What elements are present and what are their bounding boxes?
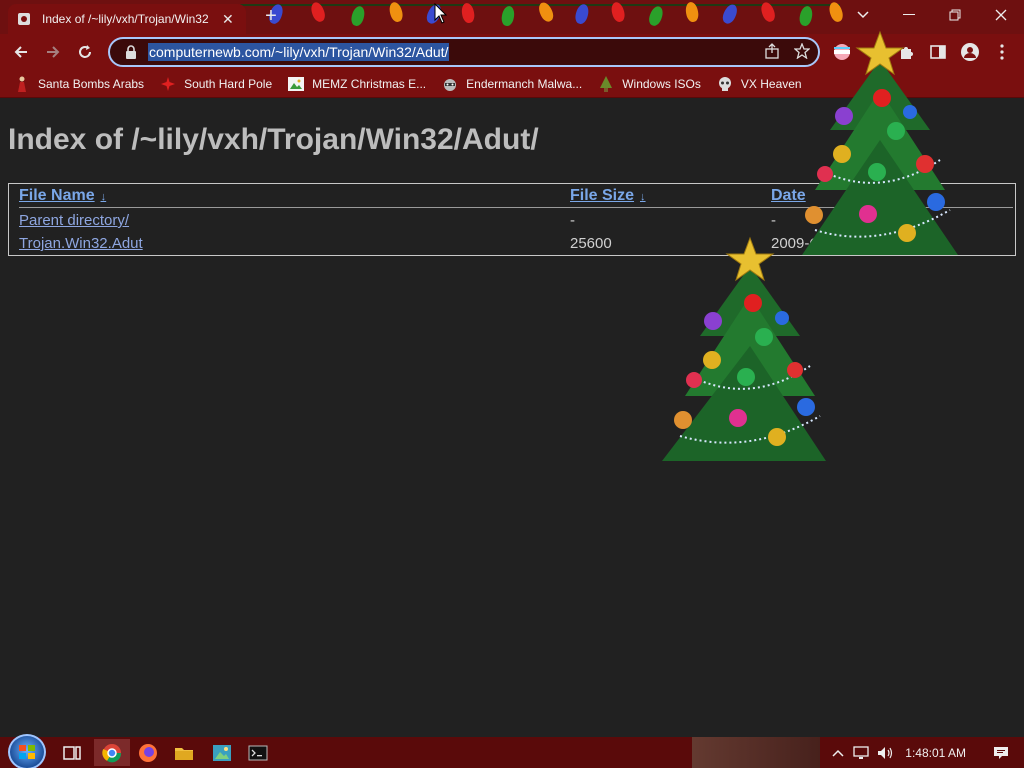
minimize-icon[interactable] xyxy=(886,0,932,30)
parent-date-cell: - xyxy=(771,212,776,229)
address-bar[interactable]: computernewb.com/~lily/vxh/Trojan/Win32/… xyxy=(108,37,820,67)
chrome-taskbar-icon[interactable] xyxy=(94,739,130,766)
sort-arrow-icon: ↓ xyxy=(640,191,646,203)
sort-arrow-icon: ↓ xyxy=(100,191,107,203)
start-button-windows-orb-icon[interactable] xyxy=(8,734,46,768)
christmas-tree-icon xyxy=(802,30,958,255)
system-tray: 1:48:01 AM xyxy=(827,737,1024,768)
bookmark-endermanch-malware[interactable]: Endermanch Malwa... xyxy=(442,76,582,92)
column-header-file-size[interactable]: File Size ↓ xyxy=(570,187,646,205)
title-bar: Index of /~lily/vxh/Trojan/Win32 ✕ + xyxy=(0,0,1024,34)
image-icon xyxy=(288,76,305,92)
bookmark-south-hard-pole[interactable]: South Hard Pole xyxy=(160,76,272,92)
photos-app-icon[interactable] xyxy=(204,739,240,766)
taskbar-preview-area xyxy=(692,737,820,768)
skull-icon xyxy=(717,76,733,92)
share-icon[interactable] xyxy=(764,43,780,63)
raccoon-icon xyxy=(442,76,458,92)
taskbar: 1:48:01 AM xyxy=(0,734,1024,768)
file-explorer-icon[interactable] xyxy=(166,739,202,766)
close-tab-icon[interactable]: ✕ xyxy=(222,11,234,28)
parent-directory-link[interactable]: Parent directory/ xyxy=(19,212,129,229)
browser-tab-active[interactable]: Index of /~lily/vxh/Trojan/Win32 ✕ xyxy=(8,4,246,34)
notifications-icon[interactable] xyxy=(978,745,1024,761)
firefox-taskbar-icon[interactable] xyxy=(130,739,166,766)
tab-search-chevron-icon[interactable] xyxy=(840,0,886,30)
person-icon xyxy=(14,76,30,92)
reload-icon[interactable] xyxy=(72,40,98,64)
bookmark-santa-bombs-arabs[interactable]: Santa Bombs Arabs xyxy=(14,76,144,92)
new-tab-button[interactable]: + xyxy=(260,6,282,26)
file-link-trojan-win32-adut[interactable]: Trojan.Win32.Adut xyxy=(19,235,143,252)
profile-avatar-icon[interactable] xyxy=(960,42,980,62)
bookmark-windows-isos[interactable]: Windows ISOs xyxy=(598,75,701,92)
task-view-icon[interactable] xyxy=(54,739,90,766)
back-arrow-icon[interactable] xyxy=(8,40,34,64)
globe-icon xyxy=(16,11,32,27)
red-star-icon xyxy=(160,76,176,92)
menu-kebab-icon[interactable] xyxy=(992,42,1012,62)
parent-size-cell: - xyxy=(570,212,575,229)
page-title: Index of /~lily/vxh/Trojan/Win32/Adut/ xyxy=(8,123,539,156)
mouse-cursor-icon xyxy=(434,3,448,24)
lock-icon[interactable] xyxy=(118,45,144,59)
bookmark-vx-heaven[interactable]: VX Heaven xyxy=(717,76,802,92)
tree-icon xyxy=(598,75,614,92)
volume-icon[interactable] xyxy=(873,746,897,760)
close-window-icon[interactable] xyxy=(978,0,1024,30)
url-text[interactable]: computernewb.com/~lily/vxh/Trojan/Win32/… xyxy=(148,43,450,61)
command-prompt-icon[interactable] xyxy=(240,739,276,766)
column-header-file-name[interactable]: File Name ↓ xyxy=(19,187,106,205)
show-hidden-icons-chevron-icon[interactable] xyxy=(827,749,849,757)
tab-title: Index of /~lily/vxh/Trojan/Win32 xyxy=(42,12,209,26)
christmas-lights xyxy=(240,0,845,34)
restore-icon[interactable] xyxy=(932,0,978,30)
bookmark-memz-christmas[interactable]: MEMZ Christmas E... xyxy=(288,76,426,92)
christmas-tree-icon xyxy=(662,236,826,461)
network-icon[interactable] xyxy=(849,745,873,760)
forward-arrow-icon[interactable] xyxy=(40,40,66,64)
clock[interactable]: 1:48:01 AM xyxy=(897,746,978,760)
file-size-cell: 25600 xyxy=(570,235,612,252)
